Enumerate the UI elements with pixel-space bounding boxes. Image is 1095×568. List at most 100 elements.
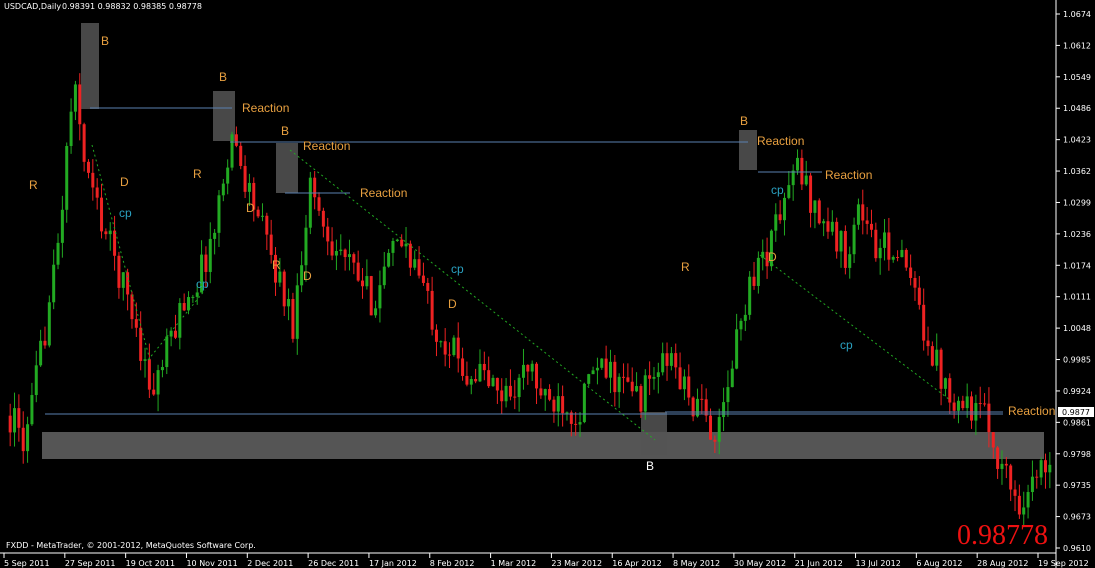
candle-body	[556, 396, 560, 412]
candle-body	[313, 177, 317, 198]
candle-body	[287, 298, 291, 307]
candle-body	[456, 337, 460, 359]
candle-body	[778, 214, 782, 221]
candle-body	[996, 447, 1000, 469]
candle-body	[622, 376, 626, 378]
candle-body	[561, 396, 565, 414]
trend-line	[759, 254, 951, 401]
annotation-r-label: R	[681, 260, 690, 274]
candle-body	[843, 231, 847, 268]
candle-body	[417, 259, 421, 276]
candle-body	[160, 367, 164, 371]
candle-body	[787, 185, 791, 198]
candle-body	[809, 175, 813, 213]
candle-body	[143, 359, 147, 361]
candle-body	[295, 285, 299, 339]
candle-body	[439, 341, 443, 343]
candle-body	[39, 340, 43, 366]
annotation-reaction-label: Reaction	[825, 168, 872, 182]
candle-body	[60, 209, 64, 243]
candle-body	[139, 327, 143, 361]
candle-body	[156, 370, 160, 395]
candle-body	[117, 255, 121, 288]
candle-body	[65, 146, 69, 210]
y-tick-label: 0.9861	[1063, 418, 1091, 427]
candle-body	[195, 292, 199, 297]
candle-body	[661, 353, 665, 373]
candle-body	[852, 224, 856, 255]
candle-body	[874, 229, 878, 259]
y-tick-label: 1.0362	[1063, 167, 1091, 176]
x-tick-label: 19 Sep 2012	[1038, 559, 1089, 568]
candle-body	[426, 282, 430, 291]
x-tick-label: 5 Sep 2011	[4, 559, 50, 568]
candle-body	[247, 182, 251, 192]
candle-body	[900, 249, 904, 258]
candle-body	[669, 353, 673, 366]
candle-body	[474, 379, 478, 382]
candle-body	[191, 296, 195, 298]
candle-body	[326, 226, 330, 242]
symbol-title: USDCAD,Daily	[4, 2, 61, 11]
candle-body	[761, 251, 765, 258]
x-tick-label: 10 Nov 2011	[186, 559, 237, 568]
candle-body	[91, 172, 95, 188]
x-tick-label: 6 Aug 2012	[916, 559, 962, 568]
candle-body	[687, 376, 691, 398]
candle-body	[361, 280, 365, 287]
candle-body	[635, 386, 639, 392]
x-tick-label: 1 Mar 2012	[491, 559, 537, 568]
y-tick-label: 0.9735	[1063, 481, 1091, 490]
candle-body	[387, 252, 391, 267]
candle-body	[991, 432, 995, 448]
candle-body	[21, 427, 25, 452]
candle-body	[617, 376, 621, 393]
last-price-label: 0.98778	[957, 520, 1048, 551]
candle-body	[308, 177, 312, 228]
candle-body	[978, 403, 982, 405]
annotation-d-label: D	[246, 201, 255, 215]
candle-body	[330, 241, 334, 256]
candle-body	[282, 271, 286, 307]
annotation-d-label: D	[448, 297, 457, 311]
annotation-d-label: D	[768, 250, 777, 264]
candle-body	[165, 336, 169, 368]
candle-body	[869, 223, 873, 230]
price-chart[interactable]: B B B B B R R R R D D D D Dcp cp cp cp cp Reaction Reaction…	[0, 0, 1095, 568]
candle-body	[382, 266, 386, 286]
candle-body	[704, 399, 708, 416]
candle-body	[1043, 460, 1047, 473]
candle-body	[648, 375, 652, 379]
annotation-r-label: R	[29, 178, 38, 192]
candle-body	[134, 319, 138, 328]
candle-body	[260, 215, 264, 217]
candle-body	[848, 254, 852, 268]
candle-body	[521, 364, 525, 378]
candle-body	[226, 167, 230, 184]
candle-body	[221, 183, 225, 196]
candle-body	[756, 257, 760, 286]
candle-body	[26, 424, 30, 452]
candle-body	[539, 388, 543, 396]
x-tick-label: 19 Oct 2011	[126, 559, 175, 568]
annotation-reaction-label: Reaction	[360, 186, 407, 200]
candle-body	[1035, 476, 1039, 478]
candle-body	[304, 227, 308, 266]
candle-body	[356, 262, 360, 281]
candle-body	[970, 396, 974, 421]
candle-body	[887, 232, 891, 260]
x-tick-label: 13 Jul 2012	[856, 559, 901, 568]
candle-body	[752, 276, 756, 286]
candle-body	[69, 111, 73, 147]
candle-body	[182, 303, 186, 311]
candle-body	[482, 363, 486, 371]
candle-body	[421, 275, 425, 283]
candle-body	[487, 370, 491, 387]
candle-body	[513, 396, 517, 398]
candle-body	[891, 256, 895, 260]
annotation-cp-label: cp	[451, 262, 464, 276]
candle-body	[987, 403, 991, 433]
candle-body	[983, 403, 987, 405]
candle-body	[452, 337, 456, 356]
candle-body	[826, 221, 830, 232]
